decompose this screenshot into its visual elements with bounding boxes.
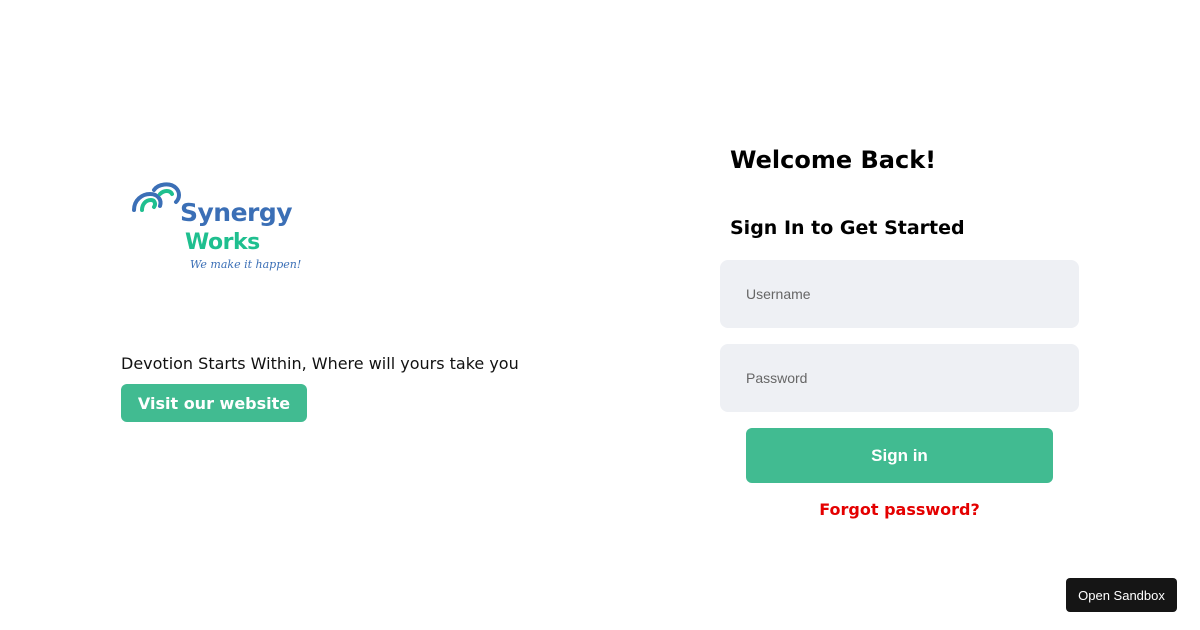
visit-website-button[interactable]: Visit our website xyxy=(121,384,307,422)
forgot-password-link[interactable]: Forgot password? xyxy=(720,500,1079,519)
signin-subtitle: Sign In to Get Started xyxy=(730,217,965,239)
password-input[interactable] xyxy=(720,344,1079,412)
company-tagline: Devotion Starts Within, Where will yours… xyxy=(121,354,519,373)
brand-logo: Synergy Works We make it happen! xyxy=(128,180,302,280)
username-input[interactable] xyxy=(720,260,1079,328)
brand-name-line2: Works xyxy=(185,230,260,255)
brand-tagline: We make it happen! xyxy=(190,258,302,271)
welcome-heading: Welcome Back! xyxy=(730,146,937,174)
brand-name-line1: Synergy xyxy=(180,198,293,227)
wave-swirl-logo-icon xyxy=(132,182,181,212)
open-sandbox-button[interactable]: Open Sandbox xyxy=(1066,578,1177,612)
signin-button[interactable]: Sign in xyxy=(746,428,1053,483)
login-page: Synergy Works We make it happen! Devotio… xyxy=(0,0,1200,630)
